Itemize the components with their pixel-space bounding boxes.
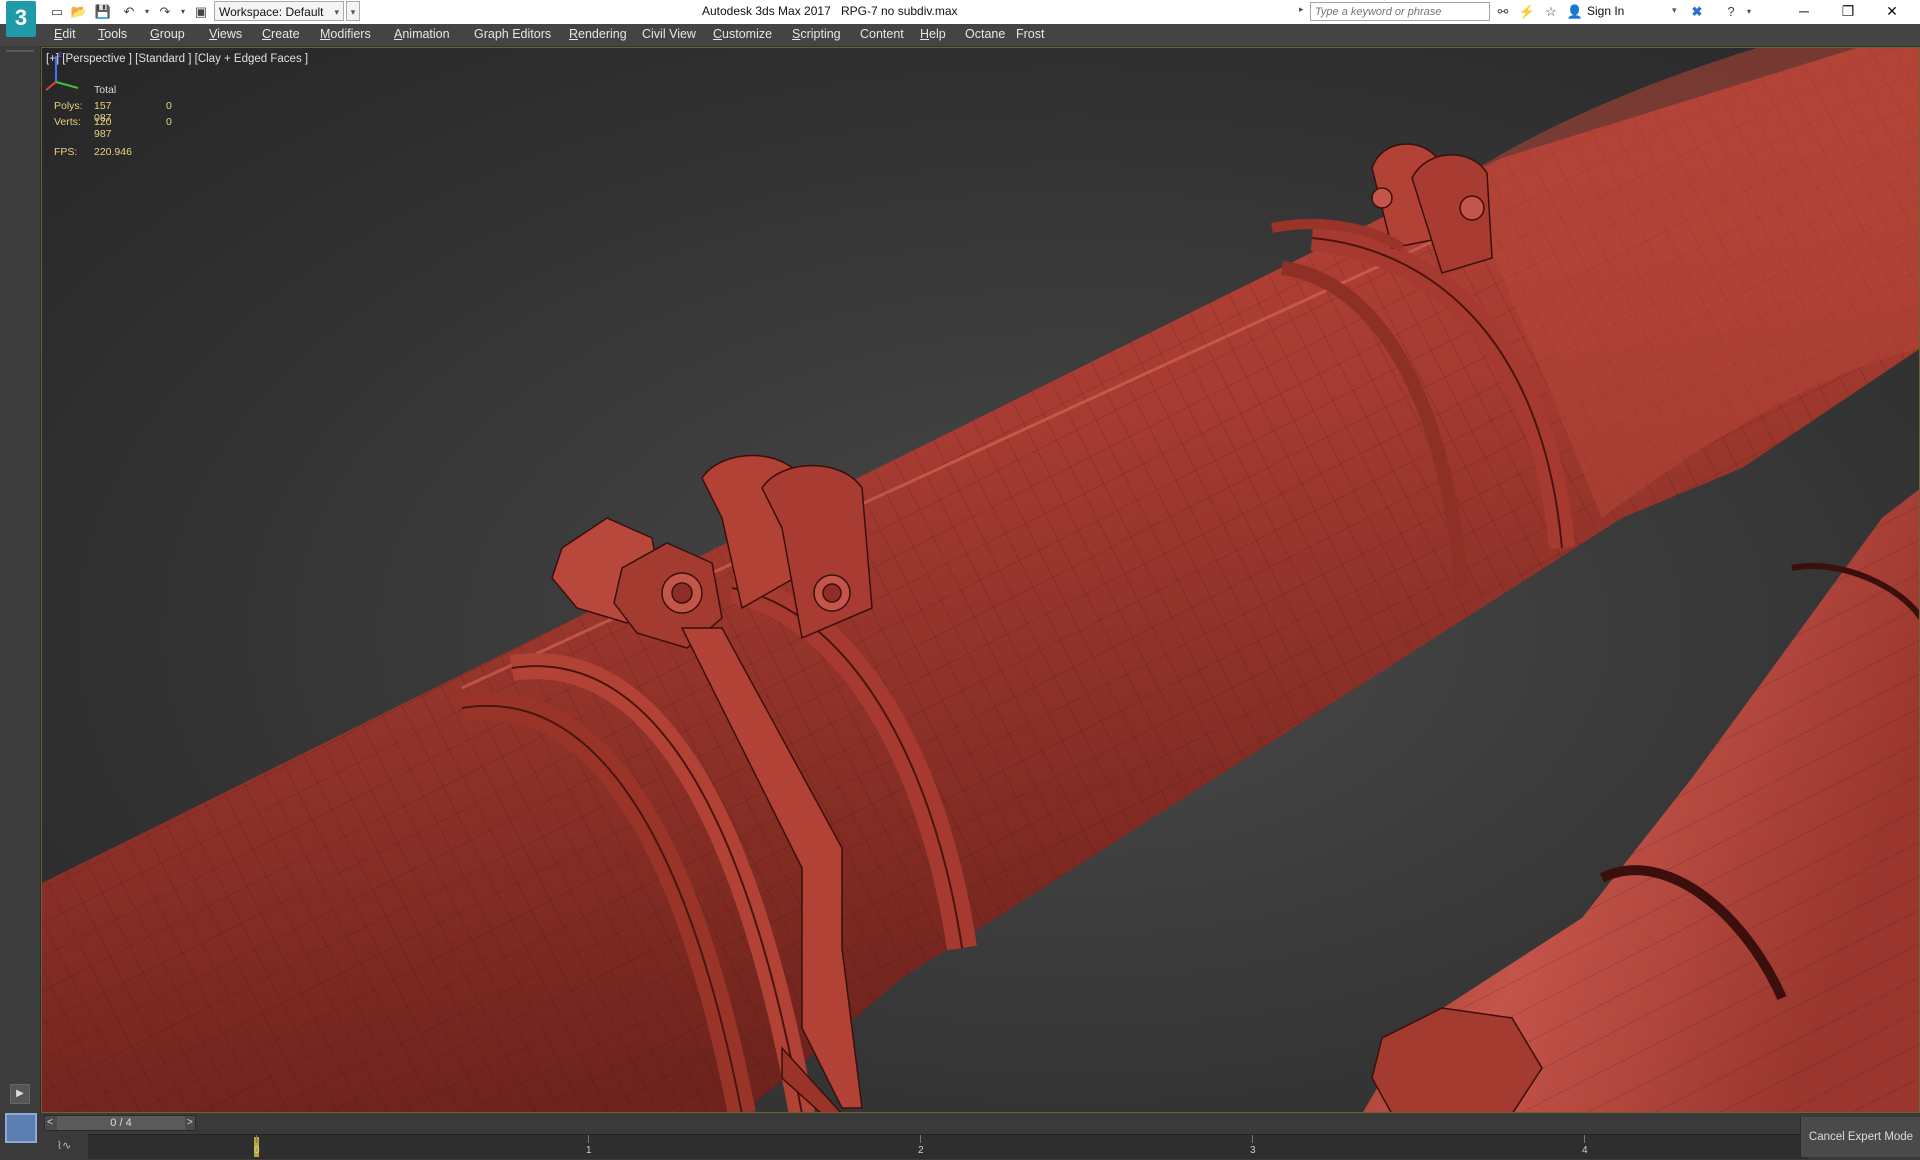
save-icon[interactable]: 💾 [94, 3, 112, 21]
left-toolbar-strip [0, 46, 41, 1116]
menu-bar: Edit Tools Group Views Create Modifiers Animat… [0, 24, 1920, 47]
track-bar[interactable]: 0 1 2 3 4 [88, 1134, 1808, 1159]
menu-octane[interactable]: Octane [965, 27, 1005, 41]
menu-accelerator: T [98, 27, 105, 41]
mini-curve-editor-toggle[interactable]: ⌇∿ [48, 1135, 80, 1157]
help-icon[interactable]: ? [1722, 3, 1740, 21]
frame-indicator[interactable]: 0 / 4 [57, 1116, 185, 1130]
fps-label: FPS: [54, 146, 78, 158]
menu-accelerator: M [320, 27, 331, 41]
title-bar: ▭ 📂 💾 ↶ ▾ ↷ ▾ ▣ Workspace: Default ▾ ▾ A… [0, 0, 1920, 24]
tick-label: 3 [1250, 1145, 1256, 1156]
menu-views[interactable]: Views [209, 27, 242, 41]
tick [920, 1135, 921, 1143]
verts-label: Verts: [54, 116, 81, 128]
favorites-icon[interactable]: ☆ [1542, 3, 1560, 21]
menu-tools[interactable]: Tools [98, 27, 127, 41]
verts-selected: 0 [166, 116, 172, 128]
workspace-select[interactable]: Workspace: Default ▾ [214, 1, 344, 21]
menu-accelerator: S [792, 27, 801, 41]
strip-divider [6, 50, 34, 52]
tick-label: 1 [586, 1145, 592, 1156]
cancel-expert-mode-button[interactable]: Cancel Expert Mode [1800, 1117, 1920, 1157]
polys-selected: 0 [166, 100, 172, 112]
user-icon: 👤 [1566, 4, 1584, 19]
menu-content[interactable]: Content [860, 27, 904, 41]
svg-text:z: z [58, 50, 62, 59]
rpg-7-model [42, 48, 1919, 1112]
tick-label: 0 [254, 1145, 260, 1156]
perspective-viewport[interactable]: [+] [Perspective ] [Standard ] [Clay + E… [41, 47, 1920, 1113]
redo-dropdown-icon[interactable]: ▾ [174, 3, 192, 21]
binoculars-icon[interactable]: ⚯ [1494, 3, 1512, 21]
redo-icon[interactable]: ↷ [156, 3, 174, 21]
menu-accelerator: C [262, 27, 272, 41]
menu-animation[interactable]: Animation [394, 27, 450, 41]
menu-group[interactable]: Group [150, 27, 185, 41]
play-icon[interactable]: ▶ [10, 1084, 30, 1104]
close-button[interactable]: ✕ [1870, 0, 1914, 24]
undo-icon[interactable]: ↶ [120, 3, 138, 21]
time-slider[interactable]: < 0 / 4 > [44, 1115, 196, 1131]
search-expand-icon[interactable]: ▸ [1299, 4, 1304, 15]
signin-dropdown-icon[interactable]: ▾ [1672, 5, 1677, 16]
tick [256, 1135, 257, 1143]
project-folder-icon[interactable]: ▣ [192, 3, 210, 21]
tick-label: 4 [1582, 1145, 1588, 1156]
timeline-panel: < 0 / 4 > ⌇∿ 0 1 2 3 4 [0, 1113, 1920, 1160]
menu-help[interactable]: Help [920, 27, 946, 41]
help-dropdown-icon[interactable]: ▾ [1740, 3, 1758, 21]
quick-access-dropdown[interactable]: ▾ [346, 1, 360, 21]
exchange-icon[interactable]: ✖ [1688, 3, 1706, 21]
menu-accelerator: A [394, 27, 403, 41]
menu-graph-editors[interactable]: Graph Editors [474, 27, 551, 41]
tick [588, 1135, 589, 1143]
menu-scripting[interactable]: Scripting [792, 27, 841, 41]
tick [1252, 1135, 1253, 1143]
search-input[interactable] [1310, 2, 1490, 21]
menu-accelerator: E [54, 27, 63, 41]
new-icon[interactable]: ▭ [48, 3, 66, 21]
menu-edit[interactable]: Edit [54, 27, 76, 41]
menu-customize[interactable]: Customize [713, 27, 772, 41]
app-logo[interactable]: 3 [6, 1, 36, 37]
chevron-down-icon: ▾ [334, 7, 339, 17]
menu-rendering[interactable]: Rendering [569, 27, 627, 41]
axis-tripod-icon: z [45, 50, 79, 91]
file-title: RPG-7 no subdiv.max [841, 4, 958, 18]
workspace-label: Workspace: Default [219, 5, 324, 19]
menu-civil-view[interactable]: Civil View [642, 27, 696, 41]
menu-accelerator: R [569, 27, 579, 41]
menu-accelerator: H [920, 27, 930, 41]
menu-modifiers[interactable]: Modifiers [320, 27, 371, 41]
open-icon[interactable]: 📂 [70, 3, 88, 21]
prev-frame-button[interactable]: < [47, 1116, 53, 1130]
tick-label: 2 [918, 1145, 924, 1156]
communication-center-icon[interactable]: ⚡ [1518, 3, 1536, 21]
restore-button[interactable]: ❐ [1826, 0, 1870, 24]
undo-dropdown-icon[interactable]: ▾ [138, 3, 156, 21]
minimize-button[interactable]: ─ [1782, 0, 1826, 24]
viewport-layout-button[interactable] [5, 1113, 37, 1143]
verts-total: 120 987 [94, 116, 112, 140]
polys-label: Polys: [54, 100, 83, 112]
sign-in-button[interactable]: Sign In [1587, 4, 1624, 18]
stats-header: Total [94, 84, 117, 96]
menu-accelerator: C [713, 27, 723, 41]
menu-frost[interactable]: Frost [1016, 27, 1044, 41]
next-frame-button[interactable]: > [187, 1116, 193, 1130]
menu-accelerator: G [150, 27, 160, 41]
menu-accelerator: V [209, 27, 218, 41]
tick [1584, 1135, 1585, 1143]
fps-value: 220.946 [94, 146, 132, 158]
menu-create[interactable]: Create [262, 27, 300, 41]
app-title: Autodesk 3ds Max 2017 [702, 4, 831, 18]
